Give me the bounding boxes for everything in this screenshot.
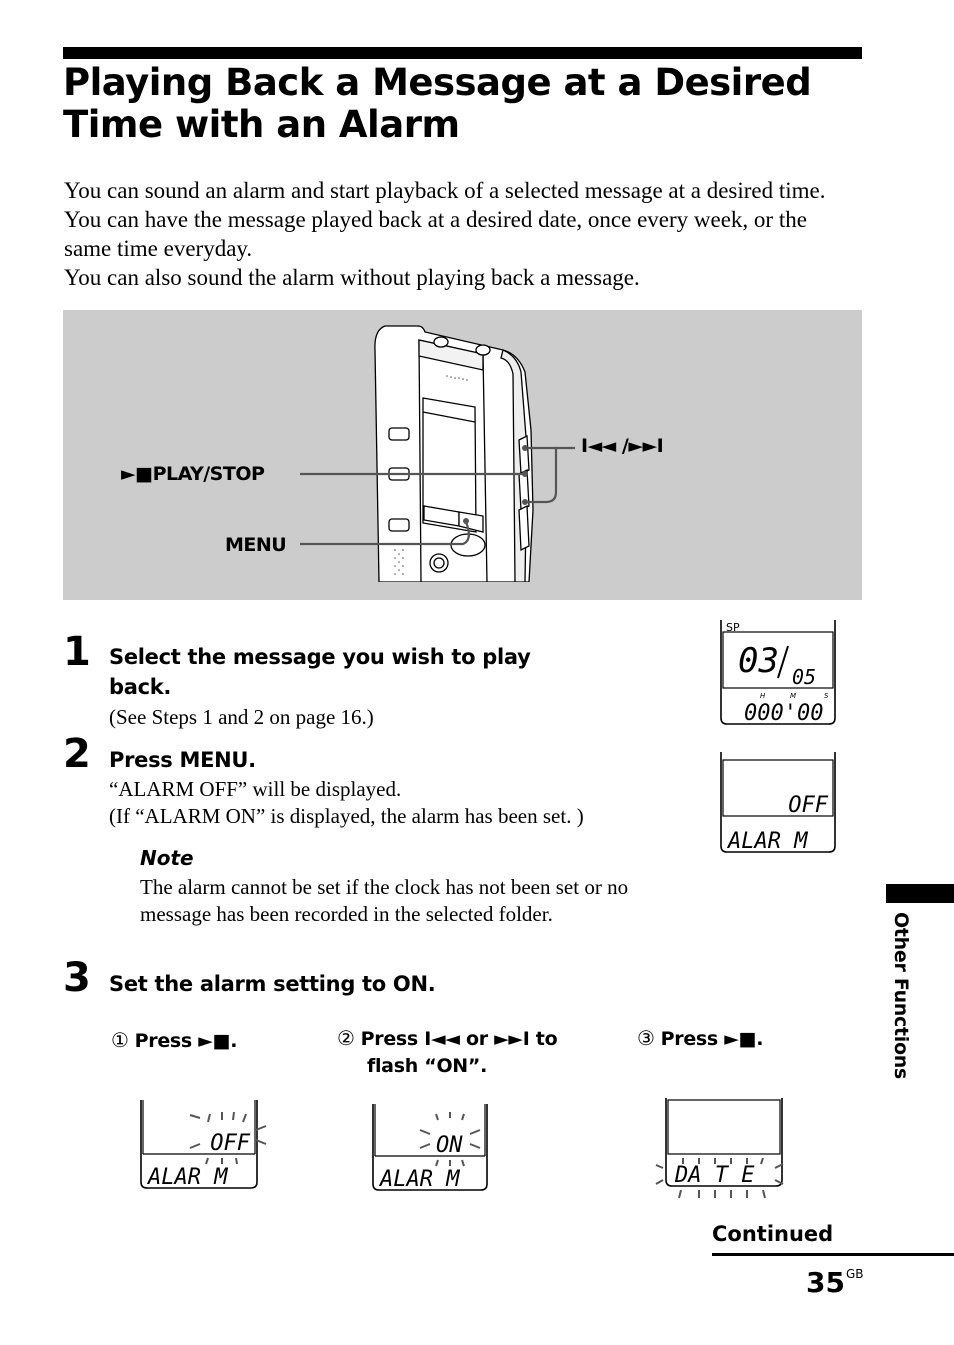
substep-3-marker: ③ bbox=[637, 1026, 655, 1050]
step-2-body-line-2: (If “ALARM ON” is displayed, the alarm h… bbox=[109, 804, 584, 828]
step-1-number: 1 bbox=[63, 629, 91, 675]
lcd-unit-m: M bbox=[790, 692, 796, 700]
title-line-1: Playing Back a Message at a Desired bbox=[63, 61, 812, 104]
substep-2-text-line-2: flash “ON”. bbox=[367, 1055, 487, 1077]
device-illustration: ►■PLAY/STOP MENU I◄◄ /►►I bbox=[63, 310, 862, 600]
title-rule bbox=[63, 47, 862, 59]
step-1-heading: Select the message you wish to play back… bbox=[109, 642, 531, 702]
page-title: Playing Back a Message at a Desired Time… bbox=[63, 62, 863, 146]
lcd-substep-3: DA T E bbox=[655, 1098, 784, 1199]
lcd-step-2: OFF ALAR M bbox=[720, 752, 836, 854]
note-title: Note bbox=[140, 846, 194, 870]
section-tab-marker bbox=[886, 884, 954, 903]
step-1-heading-line-2: back. bbox=[109, 675, 172, 699]
substep-1: ① Press ►■. bbox=[111, 1027, 237, 1055]
substep-3-text: Press ►■. bbox=[660, 1028, 764, 1050]
lcd-substep-2-value: ON bbox=[436, 1133, 463, 1158]
menu-callout: MENU bbox=[225, 534, 287, 556]
substep-2-text-line-1: Press I◄◄ or ►►I to bbox=[360, 1028, 558, 1050]
lcd-alarm-value: OFF bbox=[788, 793, 828, 818]
section-tab: Other Functions bbox=[878, 912, 922, 1092]
lcd-alarm-label: ALAR M bbox=[726, 829, 808, 854]
continued-label: Continued bbox=[712, 1222, 834, 1246]
play-stop-callout: ►■PLAY/STOP bbox=[121, 463, 265, 485]
step-3-heading: Set the alarm setting to ON. bbox=[109, 972, 436, 996]
substep-1-text: Press ►■. bbox=[134, 1030, 238, 1052]
skip-callout: I◄◄ /►►I bbox=[581, 435, 664, 457]
lcd-unit-h: H bbox=[760, 692, 766, 700]
step-2-body-line-1: “ALARM OFF” will be displayed. bbox=[109, 777, 402, 801]
note-text: The alarm cannot be set if the clock has… bbox=[140, 875, 629, 926]
lcd-substep-1-value: OFF bbox=[210, 1131, 250, 1156]
intro-paragraph-2: You can also sound the alarm without pla… bbox=[64, 265, 640, 290]
lcd-message-number: 03 bbox=[738, 641, 779, 681]
substep-2-marker: ② bbox=[337, 1026, 355, 1050]
step-1-body: (See Steps 1 and 2 on page 16.) bbox=[109, 705, 374, 729]
lcd-substep-1: OFF ALAR M bbox=[140, 1100, 267, 1190]
lcd-mode: SP bbox=[726, 621, 740, 634]
section-tab-label: Other Functions bbox=[890, 912, 912, 1079]
lcd-step-1: SP 03 05 H M S 000'00 bbox=[720, 620, 836, 726]
page-number: 35GB bbox=[806, 1266, 864, 1299]
substep-2: ② Press I◄◄ or ►►I to flash “ON”. bbox=[337, 1025, 558, 1080]
lcd-unit-s: S bbox=[824, 692, 829, 700]
lcd-substep-2-label: ALAR M bbox=[378, 1167, 460, 1192]
lcd-time: 000'00 bbox=[744, 701, 823, 726]
page-number-value: 35 bbox=[806, 1266, 845, 1299]
continued-rule bbox=[712, 1253, 954, 1256]
intro-paragraph-1: You can sound an alarm and start playbac… bbox=[64, 178, 826, 261]
ic-recorder-drawing bbox=[300, 325, 575, 600]
lcd-substep-1-label: ALAR M bbox=[146, 1165, 228, 1190]
lcd-substep-2: ON ALAR M bbox=[372, 1104, 488, 1192]
step-2-heading: Press MENU. bbox=[109, 748, 256, 772]
page-suffix: GB bbox=[845, 1267, 864, 1281]
intro-text: You can sound an alarm and start playbac… bbox=[64, 176, 844, 292]
lcd-total-messages: 05 bbox=[792, 665, 816, 689]
step-2-number: 2 bbox=[63, 731, 91, 777]
title-line-2: Time with an Alarm bbox=[63, 103, 460, 146]
step-1-heading-line-1: Select the message you wish to play bbox=[109, 645, 531, 669]
lcd-substep-3-label: DA T E bbox=[674, 1163, 755, 1188]
substep-3: ③ Press ►■. bbox=[637, 1025, 763, 1053]
step-2-body: “ALARM OFF” will be displayed. (If “ALAR… bbox=[109, 776, 584, 830]
step-3-number: 3 bbox=[63, 955, 91, 1001]
substep-1-marker: ① bbox=[111, 1028, 129, 1052]
